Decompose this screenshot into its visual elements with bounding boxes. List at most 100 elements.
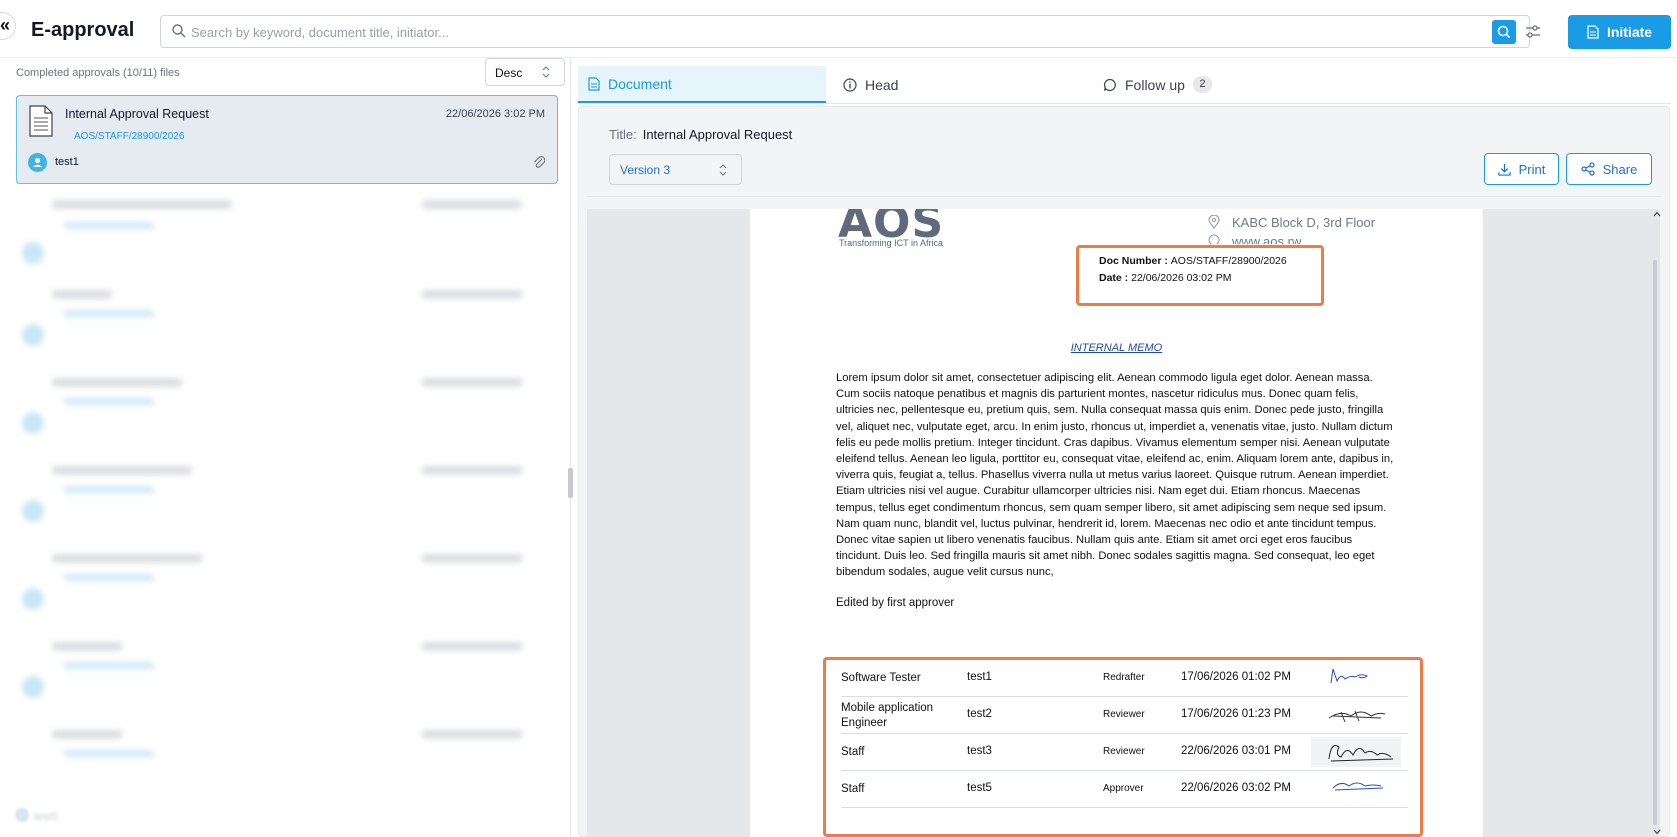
document-page: AOS Transforming ICT in Africa KABC Bloc… (750, 209, 1483, 837)
download-icon (1497, 163, 1511, 176)
signer-type: Approver (1103, 783, 1144, 794)
version-value: Version 3 (620, 163, 671, 177)
app-title: E-approval (31, 19, 135, 41)
initiate-button[interactable]: Initiate (1568, 15, 1671, 49)
item-reference: AOS/STAFF/28900/2026 (74, 131, 185, 142)
detail-tabs: Document Head Follow up 2 (578, 66, 1671, 104)
blurred-user-label: test5 (34, 811, 58, 823)
tab-document[interactable]: Document (578, 66, 826, 103)
comment-icon (1103, 78, 1116, 91)
handwritten-signature (1332, 782, 1384, 791)
print-button[interactable]: Print (1484, 153, 1559, 185)
document-scrollbar-thumb[interactable] (1653, 260, 1657, 825)
signature-row: Mobile application Engineer test2 Review… (841, 697, 1408, 734)
document-panel: Title: Internal Approval Request Version … (578, 106, 1670, 837)
toolbar-divider (587, 196, 1661, 197)
splitter-drag-handle[interactable] (568, 468, 573, 498)
list-item[interactable] (12, 194, 562, 282)
document-viewer[interactable]: AOS Transforming ICT in Africa KABC Bloc… (587, 209, 1660, 837)
user-avatar (28, 153, 47, 172)
logo-tagline: Transforming ICT in Africa (839, 238, 944, 248)
item-title: Internal Approval Request (65, 107, 209, 121)
tab-head[interactable]: Head (843, 66, 898, 103)
document-file-icon (29, 105, 53, 137)
share-label: Share (1602, 161, 1638, 177)
colon-separator: : (1161, 255, 1171, 267)
company-website: www.aos.rw (1232, 234, 1302, 244)
approval-list-item-active[interactable]: Internal Approval Request 22/06/2026 3:0… (16, 95, 558, 184)
signer-type: Redrafter (1103, 672, 1145, 683)
signer-role: Software Tester (841, 672, 921, 684)
list-item[interactable] (12, 722, 562, 810)
list-item[interactable] (12, 634, 562, 722)
completed-count-label: Completed approvals (10/11) files (16, 67, 180, 79)
document-icon (1587, 25, 1599, 39)
doc-number-highlight: Doc Number : AOS/STAFF/28900/2026 Date :… (1076, 245, 1324, 306)
colon-separator: : (1121, 272, 1132, 284)
attachment-icon (534, 156, 545, 168)
handwritten-signature (1328, 710, 1386, 723)
signer-name: test1 (967, 671, 992, 683)
handwritten-signature (1330, 668, 1368, 684)
signer-role: Mobile application Engineer (841, 702, 934, 729)
search-input[interactable] (191, 21, 1441, 43)
version-select[interactable]: Version 3 (609, 154, 742, 185)
signer-name: test3 (967, 745, 992, 757)
print-label: Print (1518, 161, 1546, 177)
doc-date-label: Date (1099, 272, 1122, 284)
search-submit-button[interactable] (1492, 20, 1516, 44)
handwritten-signature (1311, 737, 1401, 767)
share-icon (1581, 162, 1595, 176)
item-date: 22/06/2026 3:02 PM (445, 108, 545, 120)
filter-settings-icon[interactable] (1524, 23, 1542, 41)
signature-date: 17/06/2026 01:23 PM (1181, 708, 1291, 720)
memo-title: INTERNAL MEMO (1070, 342, 1163, 354)
share-button[interactable]: Share (1566, 153, 1652, 185)
signature-date: 22/06/2026 03:01 PM (1181, 745, 1291, 757)
collapse-sidebar-button[interactable]: « (0, 12, 16, 40)
location-pin-icon (1208, 215, 1220, 229)
chevron-up-down-icon (542, 66, 550, 78)
signer-name: test5 (967, 782, 992, 794)
signature-date: 17/06/2026 01:02 PM (1181, 671, 1291, 683)
edited-note: Edited by first approver (836, 597, 955, 609)
doc-date-line: Date : 22/06/2026 03:02 PM (1099, 272, 1232, 284)
tab-head-label: Head (865, 76, 899, 93)
company-address: KABC Block D, 3rd Floor (1232, 215, 1376, 230)
document-icon (588, 76, 600, 91)
user-icon (33, 157, 42, 167)
doc-number-label: Doc Number (1099, 255, 1162, 267)
blurred-approval-list (12, 194, 562, 834)
item-user: test1 (55, 156, 79, 168)
initiate-label: Initiate (1606, 24, 1653, 40)
scroll-up-arrow-icon[interactable] (1653, 211, 1661, 217)
title-label: Title: (609, 127, 637, 142)
sort-order-select[interactable]: Desc (485, 58, 565, 86)
panel-splitter (570, 58, 571, 837)
blurred-user-avatar (15, 808, 29, 822)
search-icon (172, 24, 186, 38)
scroll-down-arrow-icon[interactable] (1653, 829, 1661, 835)
doc-number-value: AOS/STAFF/28900/2026 (1170, 255, 1287, 267)
doc-date-value: 22/06/2026 03:02 PM (1131, 272, 1232, 284)
list-item[interactable] (12, 370, 562, 458)
tab-follow-up[interactable]: Follow up 2 (1103, 66, 1212, 103)
signature-date: 22/06/2026 03:02 PM (1181, 782, 1291, 794)
signer-type: Reviewer (1103, 709, 1145, 720)
document-title: Internal Approval Request (642, 127, 793, 142)
list-item[interactable] (12, 282, 562, 370)
follow-up-count-badge: 2 (1192, 76, 1212, 93)
globe-icon (1208, 234, 1220, 244)
sort-order-value: Desc (495, 66, 523, 80)
list-item[interactable] (12, 458, 562, 546)
memo-body: Lorem ipsum dolor sit amet, consectetuer… (836, 372, 1394, 579)
tab-document-label: Document (608, 75, 672, 92)
approval-list-panel: Completed approvals (10/11) files Desc I… (0, 58, 570, 837)
signatures-highlight: Software Tester test1 Redrafter 17/06/20… (823, 657, 1423, 837)
doc-number-line: Doc Number : AOS/STAFF/28900/2026 (1099, 255, 1287, 267)
list-item[interactable] (12, 546, 562, 634)
info-icon (843, 77, 857, 92)
signature-row: Staff test5 Approver 22/06/2026 03:02 PM (841, 771, 1408, 808)
signer-name: test2 (967, 708, 992, 720)
signature-row: Staff test3 Reviewer 22/06/2026 03:01 PM (841, 734, 1408, 771)
